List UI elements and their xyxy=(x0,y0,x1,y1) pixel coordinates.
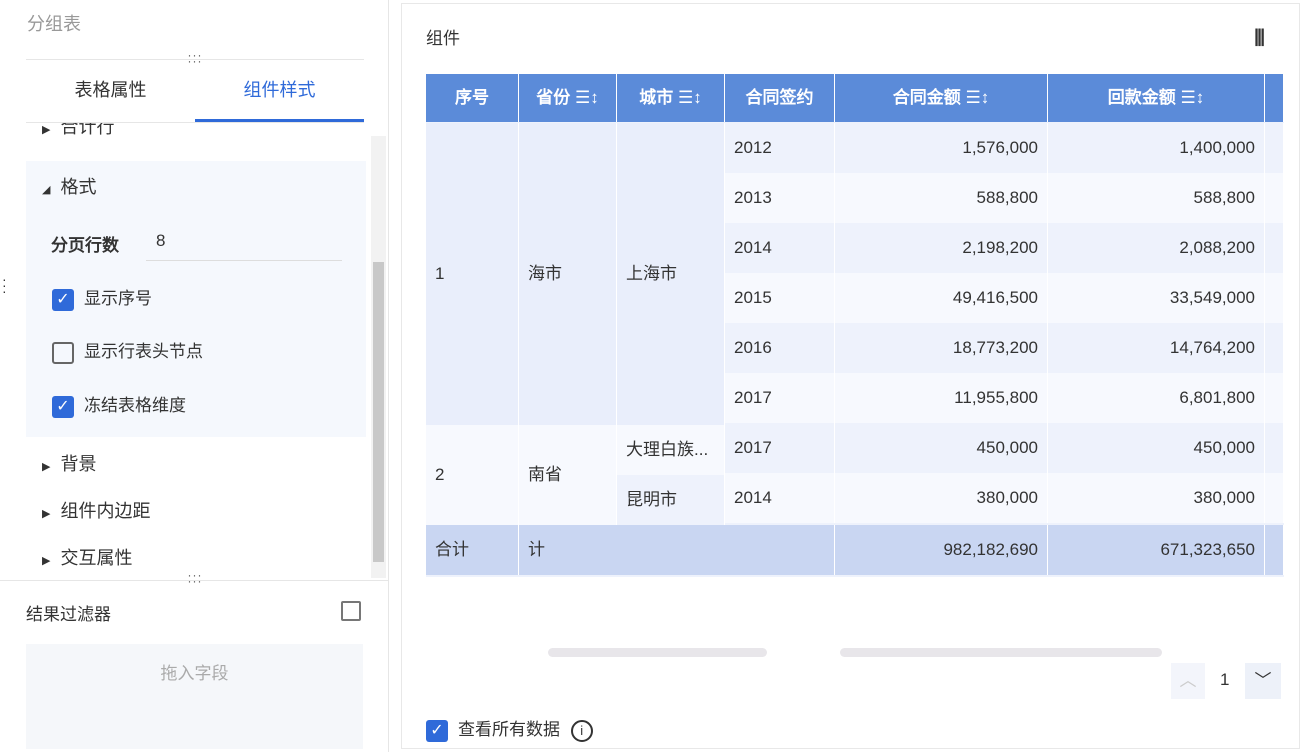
cell-year: 2012 xyxy=(725,123,835,173)
section-total-row[interactable]: ▶ 合计行 xyxy=(42,123,114,142)
info-icon[interactable]: i xyxy=(570,719,593,742)
cell-returned: 33,549,000 xyxy=(1048,273,1265,323)
cell-amount: 1,576,000 xyxy=(835,123,1048,173)
cell-amount: 588,800 xyxy=(835,173,1048,223)
chart-type-icon[interactable]: ||| xyxy=(1254,26,1265,47)
total-amount: 982,182,690 xyxy=(835,525,1048,575)
cell-more xyxy=(1265,223,1284,273)
resize-handle[interactable]: · · · xyxy=(2,272,7,298)
section-format[interactable]: ◢ 格式 xyxy=(42,173,96,199)
column-header[interactable]: 回款金额 ☰↕ xyxy=(1048,74,1265,122)
section-interaction[interactable]: ▶ 交互属性 xyxy=(42,544,132,570)
checkbox-show-index[interactable]: ✓ 显示序号 xyxy=(52,284,152,311)
page-down-button[interactable]: ﹀ xyxy=(1245,663,1281,699)
cell-returned: 6,801,800 xyxy=(1048,373,1265,423)
column-header[interactable]: 省份 ☰↕ xyxy=(519,74,617,122)
component-title: 组件 xyxy=(426,29,460,48)
cell-amount: 49,416,500 xyxy=(835,273,1048,323)
total-label: 合计 xyxy=(426,525,519,575)
group-index: 2 xyxy=(426,425,519,525)
column-header-more[interactable] xyxy=(1265,74,1284,122)
checkbox-unchecked-icon xyxy=(52,341,74,364)
sort-icon[interactable]: ☰↕ xyxy=(575,88,599,107)
sort-icon[interactable]: ☰↕ xyxy=(965,88,989,107)
cell-year: 2014 xyxy=(725,223,835,273)
cell-more xyxy=(1265,123,1284,173)
checkbox-freeze-dimension[interactable]: ✓ 冻结表格维度 xyxy=(52,391,186,418)
column-header[interactable]: 合同金额 ☰↕ xyxy=(835,74,1048,122)
cell-returned: 588,800 xyxy=(1048,173,1265,223)
cell-returned: 2,088,200 xyxy=(1048,223,1265,273)
page-up-button[interactable]: ︿ xyxy=(1171,663,1205,699)
cell-year: 2017 xyxy=(725,423,835,473)
cell-year: 2015 xyxy=(725,273,835,323)
left-panel: 分组表 ··· ··· 表格属性 组件样式 ▶ 合计行 ◢ 格式 分页行数 8 ✓ 显示… xyxy=(0,0,389,752)
component-panel: 组件 ||| 序号 省份 ☰↕ 城市 ☰↕ 合同签约 合同金额 ☰↕ 回款金额 ☰↕ 1 海市… xyxy=(401,3,1300,749)
cell-returned: 14,764,200 xyxy=(1048,323,1265,373)
cell-more xyxy=(1265,373,1284,423)
cell-more xyxy=(1265,423,1284,473)
column-header[interactable]: 城市 ☰↕ xyxy=(617,74,725,122)
cell-amount: 450,000 xyxy=(835,423,1048,473)
checkbox-show-row-header[interactable]: 显示行表头节点 xyxy=(52,337,203,364)
cell-year: 2016 xyxy=(725,323,835,373)
sort-icon[interactable]: ☰↕ xyxy=(678,88,702,107)
cell-more xyxy=(1265,173,1284,223)
section-padding[interactable]: ▶ 组件内边距 xyxy=(42,497,150,523)
column-header-label: 回款金额 xyxy=(1107,88,1176,107)
total-more xyxy=(1265,525,1284,575)
checkbox-checked-icon: ✓ xyxy=(52,395,74,418)
column-header-label: 合同金额 xyxy=(892,88,961,107)
scrollbar[interactable] xyxy=(371,136,386,578)
style-settings: ▶ 合计行 ◢ 格式 分页行数 8 ✓ 显示序号 显示行表头节点 ✓ 冻结表格维度 ▶ 背… xyxy=(26,123,370,578)
column-header[interactable]: 合同签约 xyxy=(725,74,835,122)
cell-returned: 1,400,000 xyxy=(1048,123,1265,173)
cell-year: 2014 xyxy=(725,473,835,523)
group-index: 1 xyxy=(426,123,519,425)
cell-amount: 380,000 xyxy=(835,473,1048,523)
filter-title: 结果过滤器 xyxy=(26,605,111,624)
group-city: 大理白族... xyxy=(617,425,725,475)
page-rows-input[interactable]: 8 xyxy=(146,223,342,261)
group-city: 上海市 xyxy=(617,123,725,425)
cell-amount: 18,773,200 xyxy=(835,323,1048,373)
column-header[interactable]: 序号 xyxy=(426,74,519,122)
filter-settings-icon[interactable] xyxy=(341,601,361,621)
total-returned: 671,323,650 xyxy=(1048,525,1265,575)
section-background[interactable]: ▶ 背景 xyxy=(42,450,96,476)
checkbox-checked-icon: ✓ xyxy=(426,719,448,742)
checkbox-checked-icon: ✓ xyxy=(52,288,74,311)
column-header-label: 城市 xyxy=(639,88,674,107)
data-table: 序号 省份 ☰↕ 城市 ☰↕ 合同签约 合同金额 ☰↕ 回款金额 ☰↕ 1 海市 上海市 2 南省大… xyxy=(426,74,1284,577)
filter-drop-zone[interactable]: 拖入字段 xyxy=(26,644,363,749)
horizontal-scrollbar-right[interactable] xyxy=(840,648,1162,657)
page-number: 1 xyxy=(1220,670,1230,689)
sort-icon[interactable]: ☰↕ xyxy=(1180,88,1204,107)
cell-more xyxy=(1265,473,1284,523)
cell-more xyxy=(1265,273,1284,323)
cell-returned: 380,000 xyxy=(1048,473,1265,523)
tab-table-properties[interactable]: 表格属性 xyxy=(26,62,195,122)
total-label: 计 xyxy=(519,525,835,575)
cell-amount: 2,198,200 xyxy=(835,223,1048,273)
tab-component-style[interactable]: 组件样式 xyxy=(195,62,364,122)
cell-more xyxy=(1265,323,1284,373)
drag-handle[interactable]: ··· ··· xyxy=(180,569,210,587)
group-province: 海市 xyxy=(519,123,617,425)
horizontal-scrollbar-left[interactable] xyxy=(548,648,767,657)
group-city: 昆明市 xyxy=(617,475,725,525)
panel-title: 分组表 xyxy=(27,14,81,34)
cell-returned: 450,000 xyxy=(1048,423,1265,473)
cell-year: 2017 xyxy=(725,373,835,423)
cell-year: 2013 xyxy=(725,173,835,223)
cell-amount: 11,955,800 xyxy=(835,373,1048,423)
group-province: 南省 xyxy=(519,425,617,525)
column-header-label: 省份 xyxy=(536,88,571,107)
page-rows-label: 分页行数 xyxy=(51,236,119,255)
view-all-checkbox[interactable]: ✓ 查看所有数据 i xyxy=(426,715,593,742)
